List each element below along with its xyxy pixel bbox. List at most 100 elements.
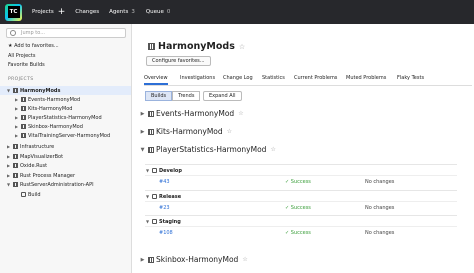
tree-item[interactable]: ▶ Skinbox-HarmonyMod: [0, 122, 131, 131]
tree-item[interactable]: ▼ RustServerAdministration-API: [0, 180, 131, 189]
tree-item[interactable]: ▶ PlayerStatistics-HarmonyMod: [0, 113, 131, 122]
view-toggle: Builds Trends: [145, 91, 201, 101]
chevron-right-icon[interactable]: ▶: [6, 163, 11, 168]
configure-favorites-button[interactable]: Configure favorites...: [146, 56, 211, 66]
chevron-down-icon[interactable]: ▼: [145, 168, 150, 173]
build-status[interactable]: ✓ Success: [285, 179, 311, 185]
add-project-icon[interactable]: +: [58, 7, 66, 17]
builds-toggle[interactable]: Builds: [145, 91, 173, 101]
chevron-right-icon[interactable]: ▶: [139, 257, 146, 263]
project-icon: [148, 146, 154, 153]
chevron-down-icon[interactable]: ▼: [139, 147, 146, 153]
project-icon: [148, 110, 154, 117]
config-icon: [152, 168, 157, 173]
nav-queue[interactable]: Queue 0: [146, 9, 171, 15]
queue-count: 0: [166, 9, 171, 15]
tree-item[interactable]: ▼ HarmonyMods: [0, 86, 131, 95]
nav-queue-label: Queue: [145, 9, 164, 15]
chevron-right-icon[interactable]: ▶: [6, 154, 11, 159]
tab-statistics[interactable]: Statistics: [262, 75, 285, 81]
chevron-right-icon[interactable]: ▶: [14, 124, 19, 129]
sidebar-search-input[interactable]: Jump to...: [6, 28, 126, 38]
build-config-name[interactable]: Develop: [159, 168, 182, 174]
tab-flaky-tests[interactable]: Flaky Tests: [397, 75, 424, 81]
tab-overview[interactable]: Overview: [144, 75, 168, 85]
build-config-name[interactable]: Staging: [159, 219, 181, 225]
subproject-name[interactable]: Kits-HarmonyMod: [156, 127, 223, 136]
tree-item[interactable]: ▶ MapVisualizerBot: [0, 152, 131, 161]
logo-text: TC: [7, 6, 20, 18]
chevron-down-icon[interactable]: ▼: [145, 219, 150, 224]
chevron-down-icon[interactable]: ▼: [6, 88, 11, 93]
build-number-link[interactable]: #108: [159, 230, 173, 236]
project-icon: [148, 43, 155, 50]
chevron-right-icon[interactable]: ▶: [6, 144, 11, 149]
top-navigation-bar: TC Projects + Changes Agents 3 Queue 0: [0, 0, 474, 24]
tree-item[interactable]: ▶ VitalTrainingServer-HarmonyMod: [0, 131, 131, 140]
chevron-right-icon[interactable]: ▶: [14, 97, 19, 102]
chevron-right-icon[interactable]: ▶: [6, 173, 11, 178]
subproject-header[interactable]: ▶ Events-HarmonyMod ☆: [139, 109, 244, 118]
project-tabs: Overview Investigations Change Log Statisti…: [144, 73, 472, 86]
build-number-link[interactable]: #23: [159, 205, 170, 211]
subproject-header[interactable]: ▶ Kits-HarmonyMod ☆: [139, 127, 232, 136]
build-changes[interactable]: No changes: [365, 205, 394, 211]
build-status[interactable]: ✓ Success: [285, 230, 311, 236]
chevron-right-icon[interactable]: ▶: [139, 129, 146, 135]
chevron-right-icon[interactable]: ▶: [14, 106, 19, 111]
nav-agents[interactable]: Agents 3: [109, 9, 135, 15]
favorite-builds-link[interactable]: Favorite Builds: [8, 62, 45, 68]
tab-investigations[interactable]: Investigations: [180, 75, 215, 81]
subproject-name[interactable]: PlayerStatistics-HarmonyMod: [156, 145, 266, 154]
build-config-name[interactable]: Release: [159, 194, 181, 200]
tab-muted-problems[interactable]: Muted Problems: [346, 75, 386, 81]
subproject-name[interactable]: Events-HarmonyMod: [156, 109, 234, 118]
nav-projects[interactable]: Projects +: [32, 7, 66, 17]
favorite-star-icon[interactable]: ☆: [239, 43, 245, 51]
chevron-down-icon[interactable]: ▼: [6, 182, 11, 187]
build-row: #108 ✓ Success No changes: [145, 226, 457, 238]
chevron-right-icon[interactable]: ▶: [14, 115, 19, 120]
tree-item[interactable]: Build: [0, 190, 131, 199]
favorite-star-icon[interactable]: ☆: [270, 146, 275, 153]
build-status[interactable]: ✓ Success: [285, 205, 311, 211]
tree-item[interactable]: ▶ Events-HarmonyMod: [0, 95, 131, 104]
config-icon: [21, 192, 26, 197]
tree-item[interactable]: ▶ Infrastructure: [0, 142, 131, 151]
tab-current-problems[interactable]: Current Problems: [294, 75, 337, 81]
subproject-name[interactable]: Skinbox-HarmonyMod: [156, 255, 238, 264]
tree-item-label: MapVisualizerBot: [20, 153, 64, 160]
build-number-link[interactable]: #43: [159, 179, 170, 185]
favorite-star-icon[interactable]: ☆: [242, 256, 247, 263]
teamcity-logo[interactable]: TC: [5, 3, 22, 21]
tree-item[interactable]: ▶ Kits-HarmonyMod: [0, 104, 131, 113]
build-changes[interactable]: No changes: [365, 230, 394, 236]
tree-item[interactable]: ▶ Rust Process Manager: [0, 171, 131, 180]
tree-item-label: Skinbox-HarmonyMod: [28, 123, 83, 130]
chevron-right-icon[interactable]: ▶: [139, 111, 146, 117]
all-projects-link[interactable]: All Projects: [8, 53, 36, 59]
trends-toggle[interactable]: Trends: [172, 91, 201, 101]
subproject-header[interactable]: ▼ PlayerStatistics-HarmonyMod ☆: [139, 145, 276, 154]
nav-changes[interactable]: Changes: [75, 9, 99, 15]
projects-section-title: PROJECTS: [8, 77, 34, 82]
config-icon: [152, 219, 157, 224]
subproject-header[interactable]: ▶ Skinbox-HarmonyMod ☆: [139, 255, 248, 264]
chevron-down-icon[interactable]: ▼: [145, 194, 150, 199]
project-icon: [21, 97, 26, 102]
build-status-text: Success: [290, 205, 311, 211]
tree-item-label: Oxide.Rust: [20, 162, 48, 169]
build-status-text: Success: [290, 230, 311, 236]
favorite-star-icon[interactable]: ☆: [227, 128, 232, 135]
tab-change-log[interactable]: Change Log: [223, 75, 253, 81]
tree-item-label: Rust Process Manager: [20, 172, 76, 179]
favorite-star-icon[interactable]: ☆: [238, 110, 243, 117]
expand-all-button[interactable]: Expand All: [203, 91, 242, 101]
tree-item-label: HarmonyMods: [20, 87, 61, 94]
search-placeholder: Jump to...: [21, 30, 45, 36]
tree-item[interactable]: ▶ Oxide.Rust: [0, 161, 131, 170]
chevron-right-icon[interactable]: ▶: [14, 133, 19, 138]
add-to-favorites-link[interactable]: ★ Add to favorites...: [8, 43, 59, 49]
build-changes[interactable]: No changes: [365, 179, 394, 185]
sidebar: Jump to... ★ Add to favorites... All Pro…: [0, 24, 132, 273]
